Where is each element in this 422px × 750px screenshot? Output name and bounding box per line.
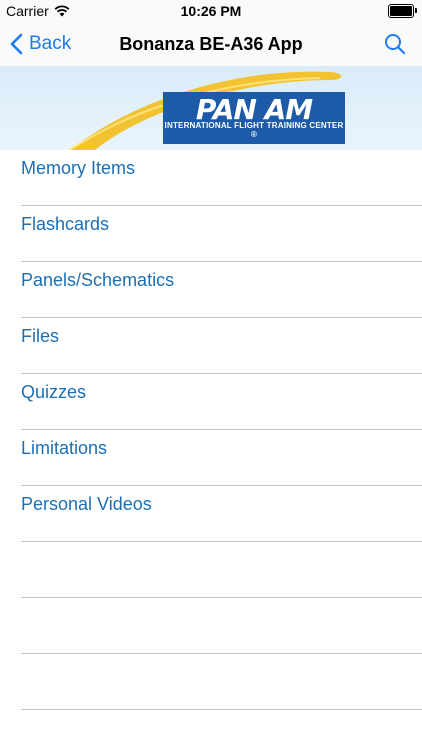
chevron-left-icon — [10, 33, 23, 55]
empty-row — [0, 654, 422, 710]
list-item-panels-schematics[interactable]: Panels/Schematics — [0, 262, 422, 318]
carrier-label: Carrier — [6, 3, 49, 19]
list-item-label: Flashcards — [21, 214, 110, 234]
list-item-personal-videos[interactable]: Personal Videos — [0, 486, 422, 542]
header-banner: PAN AM INTERNATIONAL FLIGHT TRAINING CEN… — [0, 66, 422, 150]
list-item-label: Panels/Schematics — [21, 270, 175, 290]
status-bar: Carrier 10:26 PM — [0, 0, 422, 22]
status-left: Carrier — [0, 3, 70, 19]
list-item-flashcards[interactable]: Flashcards — [0, 206, 422, 262]
back-button[interactable]: Back — [10, 22, 71, 66]
row-separator — [21, 709, 422, 710]
list-item-label: Limitations — [21, 438, 108, 458]
list-item-label: Files — [21, 326, 60, 346]
battery-icon — [388, 4, 417, 18]
pan-am-logo: PAN AM INTERNATIONAL FLIGHT TRAINING CEN… — [163, 92, 345, 144]
search-button[interactable] — [382, 31, 408, 57]
empty-row — [0, 542, 422, 598]
wifi-icon — [54, 5, 70, 17]
empty-row — [0, 598, 422, 654]
menu-list: Memory Items Flashcards Panels/Schematic… — [0, 150, 422, 710]
status-right — [388, 4, 422, 18]
list-item-label: Quizzes — [21, 382, 87, 402]
list-item-label: Memory Items — [21, 158, 136, 178]
logo-sub-text: INTERNATIONAL FLIGHT TRAINING CENTER ® — [164, 121, 344, 139]
list-item-label: Personal Videos — [21, 494, 152, 514]
list-item-memory-items[interactable]: Memory Items — [0, 150, 422, 206]
list-item-limitations[interactable]: Limitations — [0, 430, 422, 486]
navigation-bar: Back Bonanza BE-A36 App — [0, 22, 422, 66]
list-item-quizzes[interactable]: Quizzes — [0, 374, 422, 430]
search-icon — [385, 34, 406, 55]
list-item-files[interactable]: Files — [0, 318, 422, 374]
back-label: Back — [29, 33, 72, 54]
